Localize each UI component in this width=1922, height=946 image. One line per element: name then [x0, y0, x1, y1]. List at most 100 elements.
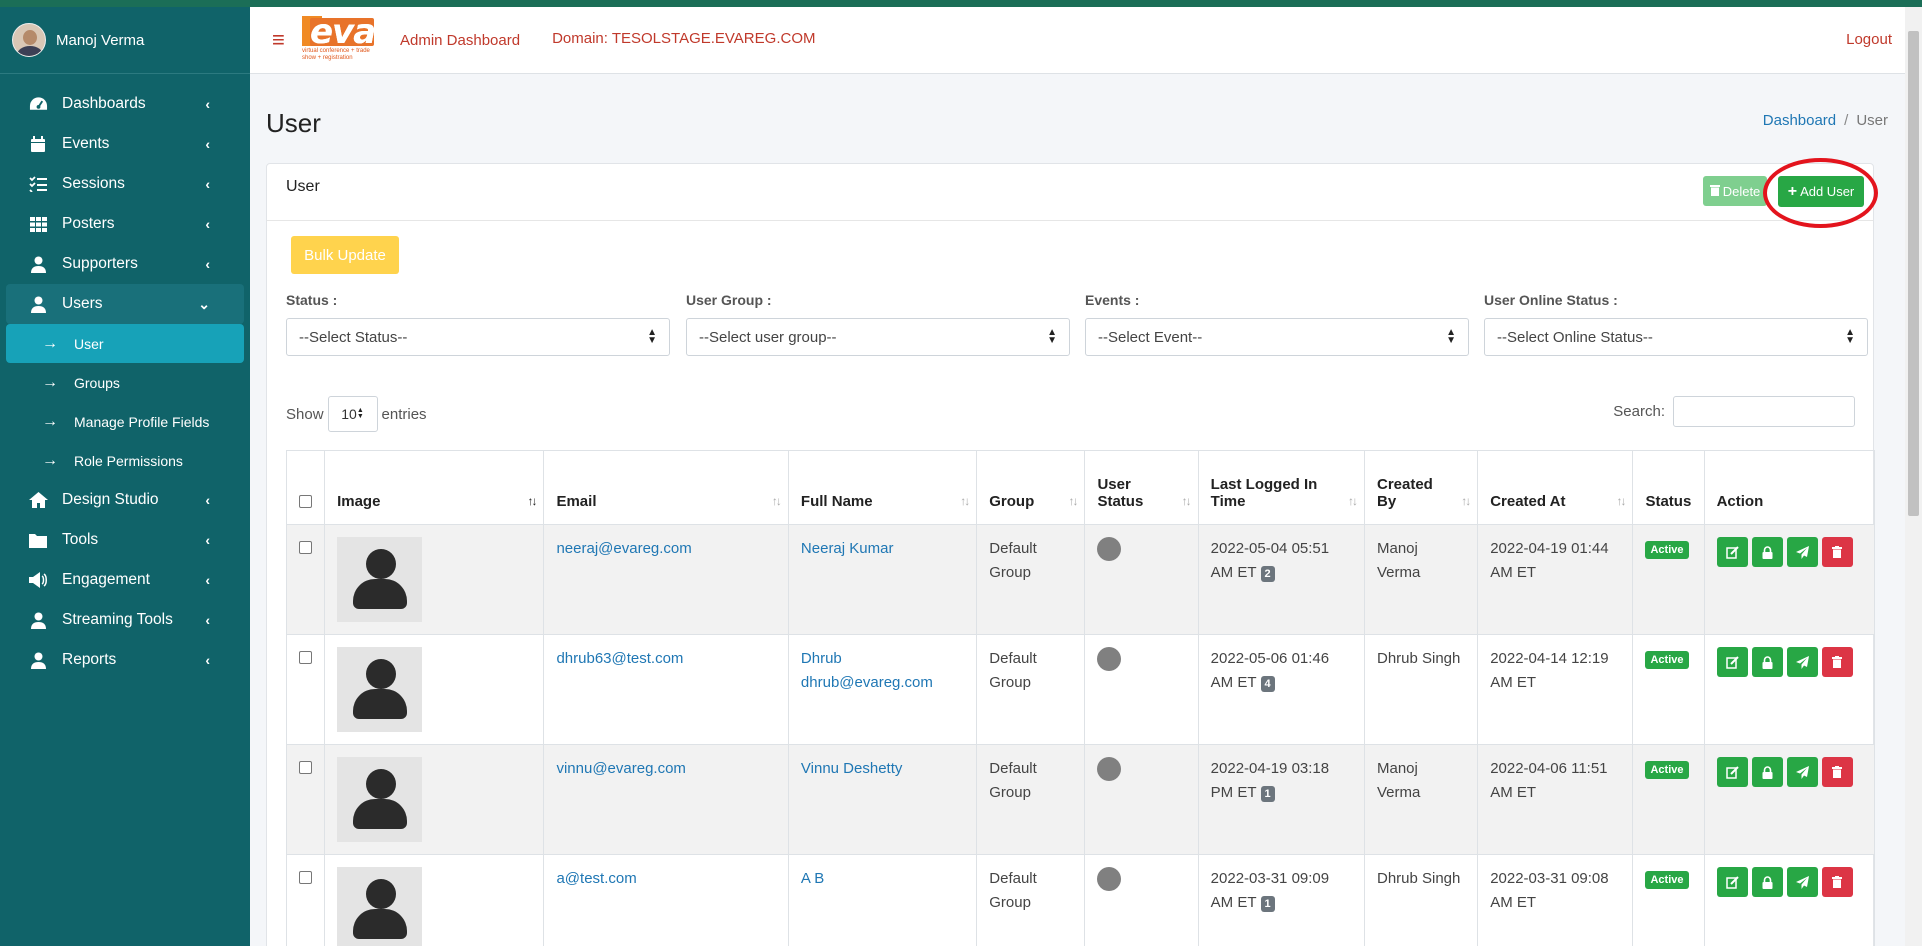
name-link[interactable]: A B	[801, 870, 824, 887]
sidebar-subitem-manage-profile-fields[interactable]: → Manage Profile Fields	[6, 402, 244, 441]
email-link[interactable]: a@test.com	[556, 870, 636, 887]
sidebar-item-design-studio[interactable]: Design Studio ‹	[6, 480, 244, 520]
sidebar-item-reports[interactable]: Reports ‹	[6, 640, 244, 680]
eva-logo[interactable]: eva virtual conference + trade show + re…	[302, 12, 382, 66]
column-header-last-logged-in[interactable]: Last Logged In Time ↑↓	[1197, 450, 1365, 525]
search-input[interactable]	[1673, 396, 1855, 427]
user-group-select[interactable]: --Select user group-- ▲ ▼	[686, 318, 1070, 356]
column-header-email[interactable]: Email ↑↓	[543, 450, 789, 525]
edit-button[interactable]	[1716, 757, 1748, 787]
list-check-icon	[28, 174, 48, 194]
lock-button[interactable]	[1751, 757, 1783, 787]
send-button[interactable]	[1786, 537, 1818, 567]
sidebar-item-supporters[interactable]: Supporters ‹	[6, 244, 244, 284]
edit-button[interactable]	[1716, 867, 1748, 897]
row-select-cell	[285, 524, 326, 635]
paper-plane-icon	[1795, 875, 1809, 889]
column-header-created-by[interactable]: Created By ↑↓	[1363, 450, 1479, 525]
admin-dashboard-link[interactable]: Admin Dashboard	[400, 32, 520, 49]
lock-button[interactable]	[1751, 867, 1783, 897]
table-search: Search:	[1613, 396, 1855, 427]
sidebar-item-label: Design Studio	[62, 491, 159, 508]
sidebar-item-streaming-tools[interactable]: Streaming Tools ‹	[6, 600, 244, 640]
sidebar-item-users[interactable]: Users ⌄	[6, 284, 244, 324]
sidebar-item-dashboards[interactable]: Dashboards ‹	[6, 84, 244, 124]
row-checkbox[interactable]	[299, 871, 312, 884]
column-header-group[interactable]: Group ↑↓	[976, 450, 1086, 525]
trash-icon	[1832, 766, 1843, 778]
sidebar-item-sessions[interactable]: Sessions ‹	[6, 164, 244, 204]
logo-text: eva	[310, 12, 376, 52]
lock-button[interactable]	[1751, 647, 1783, 677]
select-all-checkbox[interactable]	[299, 495, 312, 508]
image-cell	[324, 854, 545, 946]
online-status-indicator	[1097, 537, 1122, 561]
group-cell: Default Group	[976, 524, 1086, 635]
events-select[interactable]: --Select Event-- ▲ ▼	[1085, 318, 1469, 356]
user-card: User Delete + Add User Bulk Update Statu…	[266, 158, 1878, 946]
name-cell: Vinnu Deshetty	[787, 744, 978, 855]
trash-icon	[1832, 876, 1843, 888]
column-header-full-name[interactable]: Full Name ↑↓	[787, 450, 978, 525]
column-header-user-status[interactable]: User Status ↑↓	[1084, 450, 1199, 525]
online-status-select[interactable]: --Select Online Status-- ▲ ▼	[1484, 318, 1868, 356]
user-name: Manoj Verma	[56, 31, 145, 49]
action-cell	[1703, 854, 1876, 946]
email-link[interactable]: dhrub63@test.com	[556, 650, 683, 667]
row-checkbox[interactable]	[299, 651, 312, 664]
hamburger-menu-icon[interactable]: ≡	[272, 27, 290, 53]
send-button[interactable]	[1786, 757, 1818, 787]
name-link[interactable]: Dhrub dhrub@evareg.com	[801, 647, 941, 695]
chevron-left-icon: ‹	[205, 492, 210, 508]
name-link[interactable]: Vinnu Deshetty	[801, 760, 902, 777]
delete-row-button[interactable]	[1821, 867, 1853, 897]
user-status-cell	[1084, 524, 1199, 635]
sidebar-item-tools[interactable]: Tools ‹	[6, 520, 244, 560]
lock-button[interactable]	[1751, 537, 1783, 567]
delete-row-button[interactable]	[1821, 757, 1853, 787]
scrollbar-thumb[interactable]	[1908, 31, 1919, 516]
sidebar-item-engagement[interactable]: Engagement ‹	[6, 560, 244, 600]
sidebar-subitem-user[interactable]: → User	[6, 324, 244, 363]
annotation-circle	[1763, 158, 1878, 228]
edit-icon	[1725, 765, 1739, 779]
breadcrumb: Dashboard / User	[1763, 112, 1888, 129]
status-select[interactable]: --Select Status-- ▲ ▼	[286, 318, 670, 356]
bulk-update-button[interactable]: Bulk Update	[291, 236, 399, 274]
chevron-left-icon: ‹	[205, 136, 210, 152]
logout-link[interactable]: Logout	[1846, 31, 1892, 48]
email-link[interactable]: neeraj@evareg.com	[556, 540, 691, 557]
sidebar-item-label: Events	[62, 135, 110, 152]
page-scrollbar[interactable]	[1905, 7, 1922, 946]
entries-select[interactable]: 10 ▲ ▼	[327, 396, 378, 432]
column-header-status[interactable]: Status	[1632, 450, 1705, 525]
name-link[interactable]: Neeraj Kumar	[801, 540, 894, 557]
select-all-header	[285, 450, 326, 525]
send-button[interactable]	[1786, 867, 1818, 897]
sidebar-subitem-role-permissions[interactable]: → Role Permissions	[6, 441, 244, 480]
filter-label: User Group :	[686, 292, 772, 308]
send-button[interactable]	[1786, 647, 1818, 677]
column-header-action: Action	[1703, 450, 1876, 525]
trash-icon	[1709, 184, 1720, 199]
sidebar-item-posters[interactable]: Posters ‹	[6, 204, 244, 244]
megaphone-icon	[28, 570, 48, 590]
column-label: Email	[556, 493, 597, 510]
row-checkbox[interactable]	[299, 761, 312, 774]
edit-button[interactable]	[1716, 647, 1748, 677]
column-label: Image	[337, 493, 381, 510]
delete-row-button[interactable]	[1821, 647, 1853, 677]
edit-button[interactable]	[1716, 537, 1748, 567]
sidebar: Manoj Verma Dashboards ‹ Events ‹ Sessio…	[0, 7, 250, 946]
arrow-right-icon: →	[42, 373, 58, 391]
breadcrumb-dashboard-link[interactable]: Dashboard	[1763, 112, 1836, 129]
delete-row-button[interactable]	[1821, 537, 1853, 567]
sidebar-subitem-groups[interactable]: → Groups	[6, 363, 244, 402]
row-checkbox[interactable]	[299, 541, 312, 554]
email-link[interactable]: vinnu@evareg.com	[556, 760, 685, 777]
user-panel[interactable]: Manoj Verma	[0, 7, 250, 74]
delete-button[interactable]: Delete	[1703, 176, 1767, 206]
sidebar-item-events[interactable]: Events ‹	[6, 124, 244, 164]
column-header-created-at[interactable]: Created At ↑↓	[1477, 450, 1634, 525]
column-header-image[interactable]: Image ↑↓	[324, 450, 545, 525]
